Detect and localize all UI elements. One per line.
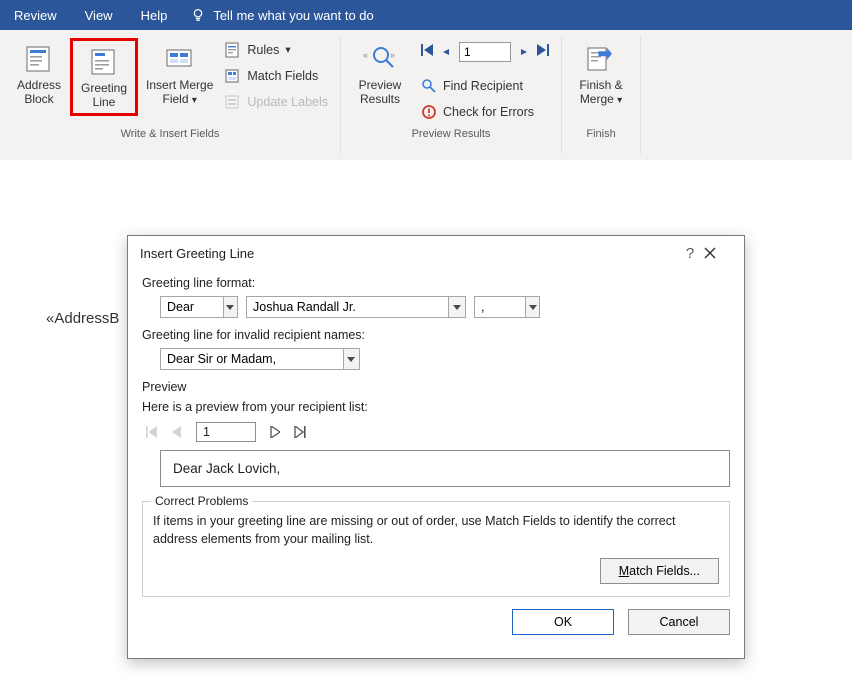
insert-greeting-line-dialog: Insert Greeting Line ? Greeting line for… (127, 235, 745, 659)
tell-me-label: Tell me what you want to do (213, 8, 373, 23)
tell-me-search[interactable]: Tell me what you want to do (181, 8, 383, 23)
match-fields-icon (225, 68, 241, 84)
salutation-input[interactable] (161, 297, 223, 317)
address-block-icon (22, 42, 56, 76)
chevron-down-icon (453, 305, 461, 310)
chevron-down-icon: ▾ (192, 95, 197, 106)
invalid-input[interactable] (161, 349, 343, 369)
greeting-line-button[interactable]: Greeting Line (70, 38, 138, 116)
punct-dropdown-button[interactable] (525, 297, 539, 317)
invalid-label: Greeting line for invalid recipient name… (142, 328, 730, 342)
update-labels-button: Update Labels (221, 92, 332, 112)
preview-label: Preview (142, 380, 730, 394)
preview-results-icon: «» (363, 42, 397, 76)
svg-text:»: » (390, 50, 395, 60)
insert-merge-field-button[interactable]: Insert Merge Field ▾ (138, 38, 221, 112)
match-fields-button[interactable]: Match Fields (221, 66, 332, 86)
ok-button[interactable]: OK (512, 609, 614, 635)
chevron-down-icon (529, 305, 537, 310)
salutation-combo[interactable] (160, 296, 238, 318)
preview-next-button[interactable] (270, 426, 280, 438)
finish-merge-icon (584, 42, 618, 76)
dialog-titlebar: Insert Greeting Line ? (128, 236, 744, 270)
menu-view[interactable]: View (71, 8, 127, 23)
group-label-write-insert: Write & Insert Fields (121, 128, 220, 144)
record-number-input[interactable] (459, 42, 511, 62)
first-record-button[interactable] (421, 43, 433, 61)
group-label-finish: Finish (586, 128, 615, 144)
ribbon-group-preview: «» Preview Results Find Recipient (341, 36, 562, 154)
ribbon: Address Block Greeting Line Insert Merge… (0, 30, 852, 155)
punct-combo[interactable] (474, 296, 540, 318)
menu-help[interactable]: Help (127, 8, 182, 23)
find-recipient-button[interactable]: Find Recipient (417, 76, 553, 96)
write-insert-mini-stack: Rules ▾ Match Fields Update Labels (221, 38, 332, 112)
salutation-dropdown-button[interactable] (223, 297, 237, 317)
invalid-combo[interactable] (160, 348, 360, 370)
rules-button[interactable]: Rules ▾ (221, 40, 332, 60)
dialog-title: Insert Greeting Line (140, 246, 676, 261)
menu-bar: Review View Help Tell me what you want t… (0, 0, 852, 30)
correct-problems-legend: Correct Problems (151, 494, 252, 508)
greeting-line-icon (87, 45, 121, 79)
preview-hint: Here is a preview from your recipient li… (142, 400, 730, 414)
punct-input[interactable] (475, 297, 525, 317)
close-button[interactable] (704, 247, 732, 259)
name-format-combo[interactable] (246, 296, 466, 318)
last-record-button[interactable] (537, 43, 549, 61)
update-labels-icon (225, 94, 241, 110)
chevron-down-icon: ▾ (617, 95, 622, 106)
chevron-down-icon (347, 357, 355, 362)
find-recipient-icon (421, 78, 437, 94)
next-record-button[interactable] (521, 49, 527, 55)
preview-nav (146, 422, 730, 442)
cancel-button[interactable]: Cancel (628, 609, 730, 635)
ribbon-group-write-insert: Address Block Greeting Line Insert Merge… (0, 36, 341, 154)
preview-output: Dear Jack Lovich, (160, 450, 730, 487)
name-format-input[interactable] (247, 297, 448, 317)
preview-first-button[interactable] (146, 426, 158, 438)
check-errors-button[interactable]: Check for Errors (417, 102, 553, 122)
dialog-footer: OK Cancel (128, 597, 744, 635)
check-errors-icon (421, 104, 437, 120)
address-block-button[interactable]: Address Block (8, 38, 70, 110)
chevron-down-icon (226, 305, 234, 310)
prev-record-button[interactable] (443, 49, 449, 55)
chevron-down-icon: ▾ (285, 44, 290, 56)
preview-results-button[interactable]: «» Preview Results (349, 38, 411, 110)
rules-icon (225, 42, 241, 58)
insert-merge-field-icon (163, 42, 197, 76)
preview-last-button[interactable] (294, 426, 306, 438)
svg-text:«: « (363, 50, 368, 60)
lightbulb-icon (191, 8, 205, 22)
close-icon (704, 247, 716, 259)
format-label: Greeting line format: (142, 276, 730, 290)
preview-index-input[interactable] (196, 422, 256, 442)
correct-problems-text: If items in your greeting line are missi… (153, 512, 719, 548)
invalid-dropdown-button[interactable] (343, 349, 360, 369)
preview-mini-stack: Find Recipient Check for Errors (417, 38, 553, 122)
menu-review[interactable]: Review (0, 8, 71, 23)
address-block-merge-field: «AddressB (46, 310, 119, 327)
finish-merge-button[interactable]: Finish & Merge ▾ (570, 38, 632, 112)
preview-record-nav (417, 40, 553, 70)
ribbon-group-finish: Finish & Merge ▾ Finish (562, 36, 641, 154)
match-fields-dialog-button[interactable]: Match Fields... (600, 558, 719, 584)
preview-prev-button[interactable] (172, 426, 182, 438)
group-label-preview: Preview Results (412, 128, 491, 144)
name-format-dropdown-button[interactable] (448, 297, 465, 317)
help-button[interactable]: ? (676, 245, 704, 262)
correct-problems-group: Correct Problems If items in your greeti… (142, 501, 730, 597)
